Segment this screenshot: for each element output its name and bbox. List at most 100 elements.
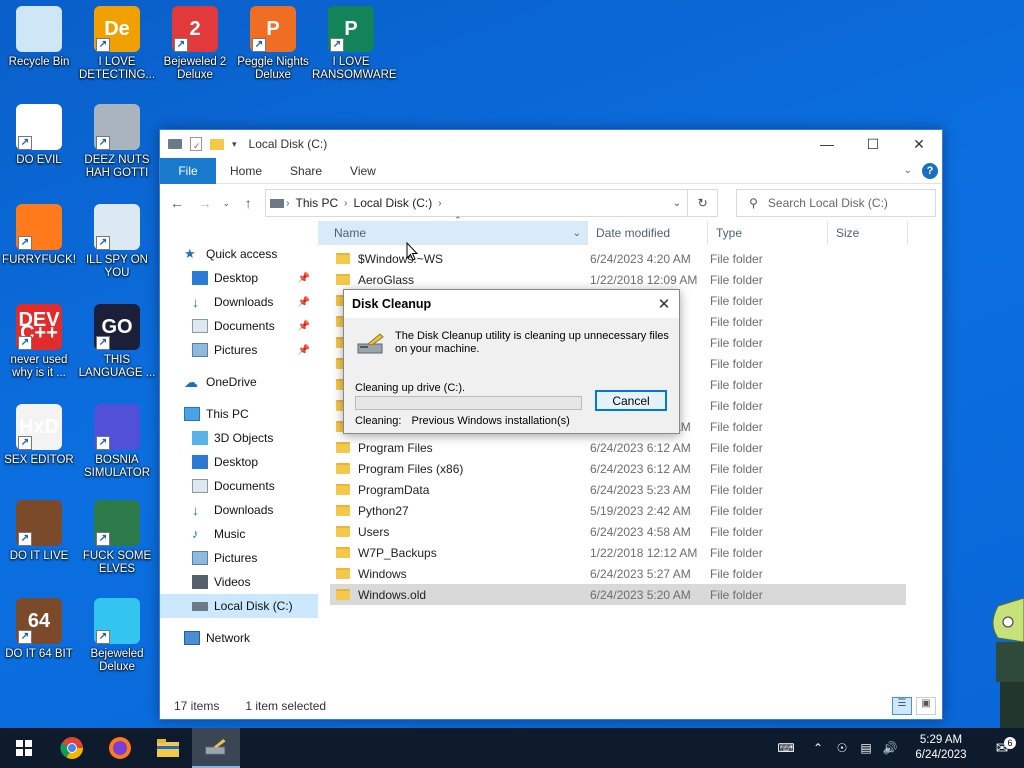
shortcut-arrow-icon: ↗: [252, 38, 266, 52]
file-name-cell: Windows: [330, 567, 590, 581]
chevron-down-icon[interactable]: ⌄: [573, 228, 581, 239]
forward-button[interactable]: →: [194, 195, 216, 211]
taskbar-firefox[interactable]: [96, 728, 144, 768]
desktop-icon-spy[interactable]: ↗ ILL SPY ON YOU: [78, 204, 156, 280]
large-icons-view-icon[interactable]: ▣: [916, 697, 936, 715]
disk-cleanup-icon: [205, 739, 226, 755]
desktop-icon-bej2[interactable]: 2 ↗ Bejeweled 2 Deluxe: [156, 6, 234, 82]
dialog-close-button[interactable]: ✕: [649, 295, 679, 313]
taskbar-chrome[interactable]: [48, 728, 96, 768]
desktop-icon-de[interactable]: De ↗ I LOVE DETECTING...: [78, 6, 156, 82]
file-name-cell: Program Files: [330, 441, 590, 455]
new-folder-icon[interactable]: [210, 138, 224, 150]
address-dropdown-icon[interactable]: ⌄: [673, 198, 681, 209]
drive-icon: [270, 198, 285, 208]
nav-documents[interactable]: Documents: [160, 474, 318, 498]
desktop-icon-firefox[interactable]: ↗ FURRYFUCK!: [0, 204, 78, 267]
help-icon[interactable]: ?: [922, 162, 938, 179]
file-row[interactable]: Windows.old 6/24/2023 5:20 AM File folder: [330, 584, 906, 605]
bejeweled2-icon: 2 ↗: [172, 6, 218, 52]
breadcrumb-local-disk[interactable]: Local Disk (C:): [348, 196, 439, 210]
meet-now-icon[interactable]: ☉: [830, 741, 854, 755]
start-button[interactable]: [0, 728, 48, 768]
desktop-icon-do64[interactable]: 64 ↗ DO IT 64 BIT: [0, 598, 78, 661]
tab-home[interactable]: Home: [216, 164, 276, 178]
nav-qa-downloads[interactable]: ↓ Downloads 📌: [160, 290, 318, 314]
desktop-icon-bejd[interactable]: ↗ Bejeweled Deluxe: [78, 598, 156, 674]
file-row[interactable]: W7P_Backups 1/22/2018 12:12 AM File folder: [330, 542, 906, 563]
network-icon[interactable]: ▤: [854, 741, 878, 755]
back-button[interactable]: ←: [166, 195, 188, 211]
tab-view[interactable]: View: [336, 164, 390, 178]
file-row[interactable]: AeroGlass 1/22/2018 12:09 AM File folder: [330, 269, 906, 290]
desktop-icon-elves[interactable]: ↗ FUCK SOME ELVES: [78, 500, 156, 576]
nav-local-disk[interactable]: Local Disk (C:): [160, 594, 318, 618]
keyboard-icon[interactable]: ⌨: [766, 741, 806, 755]
refresh-button[interactable]: ↻: [687, 190, 717, 216]
folder-icon: [336, 547, 350, 558]
desktop-icon-deez[interactable]: ↗ DEEZ NUTS HAH GOTTI: [78, 104, 156, 180]
desktop-icon-label: I LOVE RANSOMWARE: [312, 56, 397, 81]
address-bar[interactable]: › This PC › Local Disk (C:) › ⌄ ↻: [265, 189, 719, 217]
properties-icon[interactable]: ✓: [190, 137, 202, 151]
cancel-button[interactable]: Cancel: [595, 390, 667, 411]
nav-qa-desktop[interactable]: Desktop 📌: [160, 266, 318, 290]
file-type: File folder: [710, 272, 763, 287]
taskbar-disk-cleanup[interactable]: [192, 728, 240, 768]
nav-pictures[interactable]: Pictures: [160, 546, 318, 570]
column-name[interactable]: ⌃ Name ⌄: [318, 215, 588, 245]
file-type: File folder: [710, 524, 763, 539]
column-type[interactable]: Type: [708, 221, 828, 245]
search-input[interactable]: ⚲ Search Local Disk (C:): [736, 189, 936, 217]
nav-music[interactable]: ♪ Music: [160, 522, 318, 546]
file-row[interactable]: Users 6/24/2023 4:58 AM File folder: [330, 521, 906, 542]
file-row[interactable]: Program Files 6/24/2023 6:12 AM File folde…: [330, 437, 906, 458]
nav-onedrive[interactable]: ☁ OneDrive: [160, 370, 318, 394]
nav-quick-access[interactable]: ★ Quick access: [160, 242, 318, 266]
nav-this-pc[interactable]: This PC: [160, 402, 318, 426]
chrome-icon: [60, 737, 83, 759]
tab-share[interactable]: Share: [276, 164, 336, 178]
desktop-icon-devcpp[interactable]: DEV C++ ↗ never used why is it ...: [0, 304, 78, 380]
desktop-icon-recycle[interactable]: Recycle Bin: [0, 6, 78, 69]
file-date: 6/24/2023 5:20 AM: [590, 587, 691, 602]
nav-3d-objects[interactable]: 3D Objects: [160, 426, 318, 450]
desktop-icon-peggle[interactable]: P ↗ Peggle Nights Deluxe: [234, 6, 312, 82]
desktop-icon-goland[interactable]: GO ↗ THIS LANGUAGE ...: [78, 304, 156, 380]
nav-network[interactable]: Network: [160, 626, 318, 650]
expand-ribbon-icon[interactable]: ⌄: [904, 165, 912, 176]
minimize-button[interactable]: —: [804, 130, 850, 158]
close-button[interactable]: ✕: [896, 130, 942, 158]
maximize-button[interactable]: ☐: [850, 130, 896, 158]
desktop-icon-pub[interactable]: P ↗ I LOVE RANSOMWARE: [312, 6, 397, 82]
volume-icon[interactable]: 🔊: [878, 741, 902, 755]
file-row[interactable]: Program Files (x86) 6/24/2023 6:12 AM File…: [330, 458, 906, 479]
nav-downloads[interactable]: ↓ Downloads: [160, 498, 318, 522]
recent-locations-icon[interactable]: ⌄: [222, 198, 232, 209]
file-row[interactable]: ProgramData 6/24/2023 5:23 AM File folder: [330, 479, 906, 500]
up-button[interactable]: ↑: [237, 195, 259, 211]
nav-qa-documents[interactable]: Documents 📌: [160, 314, 318, 338]
notification-button[interactable]: ✉ 6: [980, 737, 1024, 757]
column-date-modified[interactable]: Date modified: [588, 221, 708, 245]
drive-icon: [168, 139, 182, 149]
column-size[interactable]: Size: [828, 221, 908, 245]
quick-access-dropdown-icon[interactable]: ▾: [232, 139, 237, 150]
desktop-icon-doitlive[interactable]: ↗ DO IT LIVE: [0, 500, 78, 563]
chevron-up-icon[interactable]: ⌃: [806, 741, 830, 755]
nav-videos[interactable]: Videos: [160, 570, 318, 594]
breadcrumb-this-pc[interactable]: This PC: [289, 196, 344, 210]
desktop-icon-hxd[interactable]: HxD ↗ SEX EDITOR: [0, 404, 78, 467]
nav-desktop[interactable]: Desktop: [160, 450, 318, 474]
status-bar: 17 items 1 item selected ☰ ▣: [160, 693, 942, 719]
file-row[interactable]: Python27 5/19/2023 2:42 AM File folder: [330, 500, 906, 521]
desktop-icon-chrome[interactable]: ↗ DO EVIL: [0, 104, 78, 167]
file-row[interactable]: Windows 6/24/2023 5:27 AM File folder: [330, 563, 906, 584]
desktop-icon-bosnia[interactable]: ↗ BOSNIA SIMULATOR: [78, 404, 156, 480]
taskbar-file-explorer[interactable]: [144, 728, 192, 768]
tab-file[interactable]: File: [160, 157, 216, 184]
desktop-icon: [192, 455, 208, 469]
clock[interactable]: 5:29 AM 6/24/2023: [902, 733, 980, 763]
nav-qa-pictures[interactable]: Pictures 📌: [160, 338, 318, 362]
details-view-icon[interactable]: ☰: [892, 697, 912, 715]
